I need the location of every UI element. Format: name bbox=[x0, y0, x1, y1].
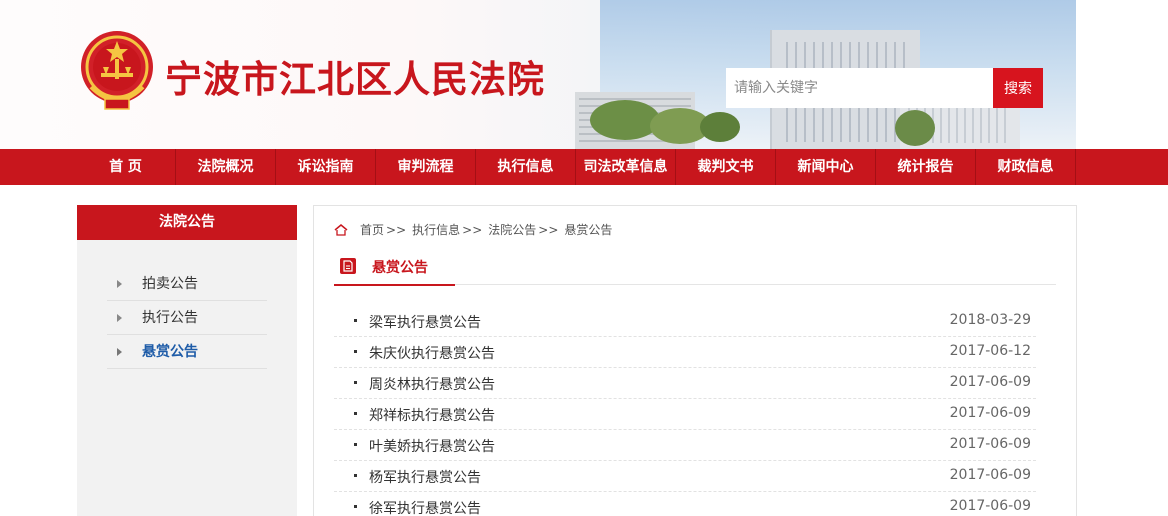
search-input[interactable] bbox=[726, 68, 993, 108]
breadcrumb-court-notices[interactable]: 法院公告 bbox=[488, 221, 536, 238]
breadcrumb-separator: >> bbox=[538, 222, 559, 237]
list-item-title[interactable]: 周炎林执行悬赏公告 bbox=[369, 374, 495, 394]
bullet-icon bbox=[354, 505, 357, 508]
sidebar-title: 法院公告 bbox=[77, 205, 297, 240]
list-item[interactable]: 朱庆伙执行悬赏公告 2017-06-12 bbox=[334, 337, 1036, 368]
site-title[interactable]: 宁波市江北区人民法院 bbox=[165, 49, 545, 103]
document-icon bbox=[340, 258, 356, 274]
court-emblem-icon[interactable] bbox=[79, 27, 155, 113]
nav-item-news[interactable]: 新闻中心 bbox=[776, 149, 876, 185]
list-item-date: 2017-06-09 bbox=[949, 405, 1031, 421]
nav-item-home[interactable]: 首 页 bbox=[76, 149, 176, 185]
list-item-date: 2018-03-29 bbox=[949, 312, 1031, 328]
sidebar-item-enforcement[interactable]: 执行公告 bbox=[107, 301, 267, 335]
main-content: 首页 >> 执行信息 >> 法院公告 >> 悬赏公告 悬赏公告 梁军执行悬赏公告… bbox=[313, 205, 1077, 516]
list-item-title[interactable]: 徐军执行悬赏公告 bbox=[369, 498, 481, 516]
list-item-title[interactable]: 朱庆伙执行悬赏公告 bbox=[369, 343, 495, 363]
header-margin bbox=[1076, 0, 1168, 149]
bullet-icon bbox=[354, 319, 357, 322]
list-item-date: 2017-06-09 bbox=[949, 467, 1031, 483]
breadcrumb-enforcement-info[interactable]: 执行信息 bbox=[412, 221, 460, 238]
bullet-icon bbox=[354, 412, 357, 415]
header-tree-image bbox=[895, 110, 935, 146]
section-header: 悬赏公告 bbox=[334, 251, 1056, 286]
section-tab: 悬赏公告 bbox=[334, 251, 455, 286]
nav-item-enforcement-info[interactable]: 执行信息 bbox=[476, 149, 576, 185]
bullet-icon bbox=[354, 443, 357, 446]
sidebar-item-label: 拍卖公告 bbox=[142, 276, 198, 292]
list-item[interactable]: 徐军执行悬赏公告 2017-06-09 bbox=[334, 492, 1036, 516]
nav-item-judgments[interactable]: 裁判文书 bbox=[676, 149, 776, 185]
search-button[interactable]: 搜索 bbox=[993, 68, 1043, 108]
list-item[interactable]: 杨军执行悬赏公告 2017-06-09 bbox=[334, 461, 1036, 492]
breadcrumb-home[interactable]: 首页 bbox=[360, 221, 384, 238]
breadcrumb-separator: >> bbox=[386, 222, 407, 237]
bullet-icon bbox=[354, 350, 357, 353]
nav-item-litigation-guide[interactable]: 诉讼指南 bbox=[276, 149, 376, 185]
header-tree-image bbox=[700, 112, 740, 142]
notice-list: 梁军执行悬赏公告 2018-03-29 朱庆伙执行悬赏公告 2017-06-12… bbox=[334, 306, 1036, 516]
section-title: 悬赏公告 bbox=[372, 260, 428, 276]
bullet-icon bbox=[354, 381, 357, 384]
caret-right-icon bbox=[117, 280, 122, 288]
sidebar-item-reward[interactable]: 悬赏公告 bbox=[107, 335, 267, 369]
list-item-date: 2017-06-09 bbox=[949, 436, 1031, 452]
sidebar-item-auction[interactable]: 拍卖公告 bbox=[107, 267, 267, 301]
caret-right-icon bbox=[117, 348, 122, 356]
nav-item-statistics[interactable]: 统计报告 bbox=[876, 149, 976, 185]
list-item[interactable]: 梁军执行悬赏公告 2018-03-29 bbox=[334, 306, 1036, 337]
breadcrumb-current: 悬赏公告 bbox=[564, 223, 613, 237]
home-icon[interactable] bbox=[334, 223, 348, 236]
list-item[interactable]: 叶美娇执行悬赏公告 2017-06-09 bbox=[334, 430, 1036, 461]
nav-item-trial-process[interactable]: 审判流程 bbox=[376, 149, 476, 185]
breadcrumb: 首页 >> 执行信息 >> 法院公告 >> 悬赏公告 bbox=[334, 221, 614, 238]
list-item-title[interactable]: 梁军执行悬赏公告 bbox=[369, 312, 481, 332]
sidebar: 法院公告 拍卖公告 执行公告 悬赏公告 bbox=[77, 205, 297, 516]
breadcrumb-separator: >> bbox=[462, 222, 483, 237]
list-item[interactable]: 郑祥标执行悬赏公告 2017-06-09 bbox=[334, 399, 1036, 430]
site-header: 宁波市江北区人民法院 搜索 bbox=[0, 0, 1168, 149]
sidebar-item-label: 悬赏公告 bbox=[142, 344, 198, 360]
header-tree-image bbox=[590, 100, 660, 140]
list-item-date: 2017-06-12 bbox=[949, 343, 1031, 359]
nav-item-finance[interactable]: 财政信息 bbox=[976, 149, 1076, 185]
list-item-title[interactable]: 郑祥标执行悬赏公告 bbox=[369, 405, 495, 425]
list-item-title[interactable]: 叶美娇执行悬赏公告 bbox=[369, 436, 495, 456]
sidebar-item-label: 执行公告 bbox=[142, 310, 198, 326]
search-bar: 搜索 bbox=[726, 68, 1043, 108]
nav-item-court-overview[interactable]: 法院概况 bbox=[176, 149, 276, 185]
list-item-date: 2017-06-09 bbox=[949, 498, 1031, 514]
list-item-date: 2017-06-09 bbox=[949, 374, 1031, 390]
main-nav: 首 页 法院概况 诉讼指南 审判流程 执行信息 司法改革信息 裁判文书 新闻中心… bbox=[0, 149, 1168, 185]
bullet-icon bbox=[354, 474, 357, 477]
list-item[interactable]: 周炎林执行悬赏公告 2017-06-09 bbox=[334, 368, 1036, 399]
nav-item-judicial-reform[interactable]: 司法改革信息 bbox=[576, 149, 676, 185]
list-item-title[interactable]: 杨军执行悬赏公告 bbox=[369, 467, 481, 487]
caret-right-icon bbox=[117, 314, 122, 322]
